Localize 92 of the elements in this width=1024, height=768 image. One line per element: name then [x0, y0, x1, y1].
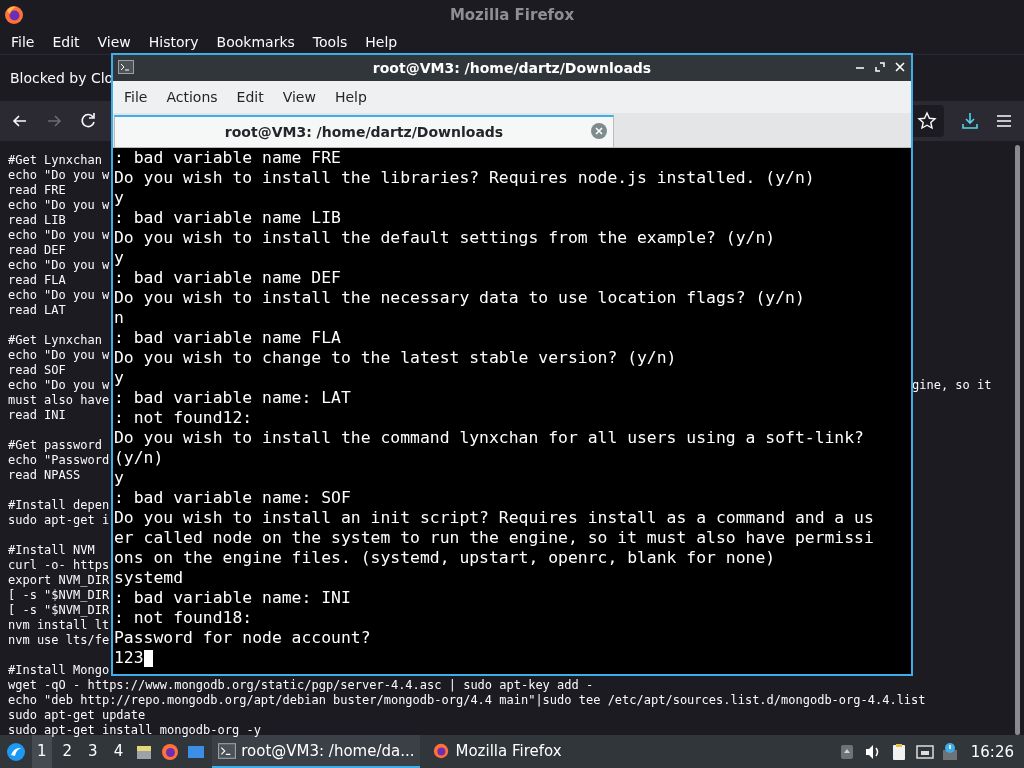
close-icon[interactable] — [895, 62, 905, 72]
code-line: export NVM_DIR — [8, 573, 110, 588]
menu-item[interactable]: File — [116, 89, 156, 105]
start-menu-icon[interactable] — [6, 741, 26, 762]
code-line: sudo apt-get i — [8, 513, 110, 528]
firefox-icon — [432, 742, 451, 759]
code-line: echo "deb http://repo.mongodb.org/apt/debian buster/mongodb-org/4.4 main"|sudo tee /etc/apt/sources.list.d/mongodb-org-4.4.list — [8, 693, 926, 708]
text-cursor — [143, 649, 153, 667]
code-line: echo "Password — [8, 453, 110, 468]
menu-item[interactable]: Edit — [44, 34, 88, 50]
firefox-icon — [4, 5, 24, 25]
desktop-switcher[interactable]: 4 — [108, 735, 129, 768]
terminal-line: ons on the engine files. (systemd, upstart, openrc, blank for none) — [114, 548, 777, 568]
terminal-line: : bad variable name FRE — [114, 148, 342, 168]
terminal-line: Do you wish to install an init script? Requires install as a command and a us — [114, 508, 875, 528]
terminal-line: : bad variable name: LAT — [114, 388, 352, 408]
menu-item[interactable]: Actions — [158, 89, 226, 105]
code-line: read INI — [8, 408, 66, 423]
terminal-icon — [218, 742, 237, 759]
terminal-line: Do you wish to install the necessary data to use location flags? (y/n) — [114, 288, 806, 308]
code-line: read FRE — [8, 183, 66, 198]
terminal-line: y — [114, 468, 125, 488]
download-icon[interactable] — [960, 111, 980, 131]
menu-item[interactable]: Help — [326, 89, 375, 105]
desktop-switcher[interactable]: 3 — [83, 735, 103, 768]
code-line: read NPASS — [8, 468, 81, 483]
code-line: #Get Lynxchan — [8, 153, 102, 168]
menu-item[interactable]: Bookmarks — [208, 34, 303, 50]
code-line: must also have — [8, 393, 110, 408]
code-line: read LIB — [8, 213, 66, 228]
code-line: #Install NVM — [8, 543, 95, 558]
terminal-input[interactable]: 123 — [114, 648, 144, 668]
terminal-line: Do you wish to change to the latest stable version? (y/n) — [114, 348, 678, 368]
terminal-line: Do you wish to install the default settings from the example? (y/n) — [114, 228, 777, 248]
code-line: #Get password — [8, 438, 102, 453]
maximize-icon[interactable] — [875, 62, 885, 72]
terminal-line: : bad variable name DEF — [114, 268, 342, 288]
code-line: echo "Do you w — [8, 168, 110, 183]
terminal-line: Password for node account? — [114, 628, 372, 648]
terminal-line: n — [114, 308, 125, 328]
terminal-line: : bad variable name FLA — [114, 328, 342, 348]
menu-item[interactable]: History — [140, 34, 207, 50]
code-line: nvm use lts/fe — [8, 633, 110, 648]
window-title: Mozilla Firefox — [449, 6, 575, 24]
window-title: root@VM3: /home/dartz/Downloads — [372, 60, 652, 76]
code-line: read FLA — [8, 273, 66, 288]
code-line: echo "Do you w — [8, 228, 110, 243]
menu-item[interactable]: Help — [357, 34, 406, 50]
menu-item[interactable]: View — [274, 89, 324, 105]
code-line: wget -qO - https://www.mongodb.org/static/pgp/server-4.4.asc | sudo apt-key add - — [8, 678, 594, 693]
code-line: nvm install lt — [8, 618, 110, 633]
code-line: #Install depen — [8, 498, 110, 513]
terminal-line: y — [114, 368, 125, 388]
code-line: echo "Do you w — [8, 198, 110, 213]
terminal-line: y — [114, 248, 125, 268]
code-line: sudo apt-get update — [8, 708, 146, 723]
code-line: read DEF — [8, 243, 66, 258]
terminal-icon — [118, 60, 134, 74]
clock: 16:26 — [970, 742, 1014, 761]
star-icon — [917, 111, 937, 131]
terminal-line: y — [114, 188, 125, 208]
code-line: #Get Lynxchan — [8, 333, 102, 348]
code-line: sudo apt-get install mongodb-org -y — [8, 723, 261, 738]
terminal-line: : bad variable name LIB — [114, 208, 342, 228]
menu-item[interactable]: Edit — [228, 89, 272, 105]
code-line: echo "Do you w — [8, 348, 110, 363]
menu-item[interactable]: View — [89, 34, 139, 50]
code-line: echo "Do you w — [8, 378, 110, 393]
menu-item[interactable]: File — [3, 34, 43, 50]
terminal-line: Do you wish to install the libraries? Requires node.js installed. (y/n) — [114, 168, 816, 188]
taskbar-task[interactable]: Mozilla Firefox — [426, 735, 568, 768]
desktop-switcher[interactable]: 1 — [32, 735, 52, 768]
menu-item[interactable]: Tools — [304, 34, 356, 50]
code-line: read LAT — [8, 303, 66, 318]
code-line: curl -o- https — [8, 558, 110, 573]
code-line: echo "Do you w — [8, 258, 110, 273]
code-line: [ -s "$NVM_DIR — [8, 588, 110, 603]
terminal-line: : not found12: — [114, 408, 254, 428]
terminal-line: systemd — [114, 568, 185, 588]
code-line: echo "Do you w — [8, 288, 110, 303]
code-line: [ -s "$NVM_DIR — [8, 603, 110, 618]
firefox-icon[interactable] — [160, 741, 181, 762]
terminal-line: (y/n) — [114, 448, 165, 468]
terminal-line: : bad variable name: INI — [114, 588, 352, 608]
terminal-tab[interactable]: root@VM3: /home/dartz/Downloads — [114, 115, 614, 147]
code-line: #Install Mongo — [8, 663, 110, 678]
terminal-line: : not found18: — [114, 608, 254, 628]
terminal-line: : bad variable name: SOF — [114, 488, 352, 508]
code-line: read SOF — [8, 363, 66, 378]
code-line: gine, so it — [912, 378, 992, 393]
terminal-line: Do you wish to install the command lynxchan for all users using a soft-link? — [114, 428, 865, 448]
terminal-line: er called node on the system to run the engine, so it must also have permissi — [114, 528, 875, 548]
